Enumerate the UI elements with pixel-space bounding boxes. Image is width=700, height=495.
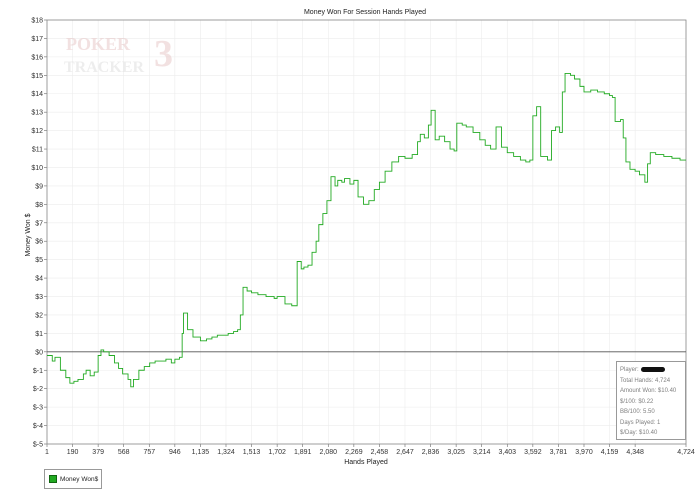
y-tick-label: $-5 — [33, 442, 43, 449]
x-tick-label: 1,513 — [243, 449, 261, 456]
y-tick-label: $7 — [35, 220, 43, 227]
stats-total-hands: Total Hands: 4,724 — [620, 377, 671, 384]
legend-swatch — [49, 475, 57, 483]
y-tick-label: $5 — [35, 257, 43, 264]
y-tick-label: $6 — [35, 239, 43, 246]
y-tick-label: $9 — [35, 183, 43, 190]
x-tick-label: 4,724 — [677, 449, 695, 456]
y-tick-label: $-4 — [33, 423, 43, 430]
chart-title: Money Won For Session Hands Played — [304, 9, 426, 16]
logo-text-poker: POKER — [66, 34, 131, 54]
x-tick-label: 1,135 — [192, 449, 210, 456]
legend: Money Won$ — [44, 469, 102, 489]
stats-bb-100: BB/100: 5.50 — [620, 409, 655, 415]
stats-player: Player: — [620, 365, 685, 376]
x-tick-label: 2,458 — [371, 449, 389, 456]
y-tick-label: $4 — [35, 276, 43, 283]
grid — [46, 19, 687, 445]
x-tick-label: 3,025 — [447, 449, 465, 456]
stats-days-played: Days Played: 1 — [620, 419, 661, 426]
axes — [44, 19, 687, 447]
y-tick-label: $2 — [35, 312, 43, 319]
x-tick-label: 4,348 — [626, 449, 644, 456]
y-tick-label: $17 — [31, 36, 43, 43]
x-tick-label: 2,080 — [320, 449, 338, 456]
stats-per-100: $/100: $0.22 — [620, 398, 654, 405]
logo-text-tracker: TRACKER — [64, 59, 144, 76]
x-tick-label: 568 — [118, 449, 130, 456]
y-tick-label: $11 — [32, 147, 43, 154]
x-tick-label: 946 — [169, 449, 181, 456]
x-tick-label: 1,324 — [217, 449, 235, 456]
y-tick-label: $-2 — [33, 386, 43, 393]
y-axis-title: Money Won $ — [25, 213, 32, 256]
stats-panel: Player: Total Hands: 4,724 Amount Won: $… — [616, 361, 686, 440]
y-tick-label: $13 — [31, 110, 43, 117]
y-tick-label: $14 — [31, 91, 43, 98]
x-tick-label: 757 — [143, 449, 155, 456]
x-tick-label: 1 — [45, 449, 49, 456]
x-tick-label: 1,891 — [294, 449, 312, 456]
x-axis-title: Hands Played — [344, 459, 388, 466]
x-tick-label: 379 — [92, 449, 104, 456]
x-tick-label: 3,403 — [499, 449, 517, 456]
logo-digit: 3 — [154, 33, 173, 75]
x-tick-label: 190 — [67, 449, 79, 456]
y-tick-label: $0 — [35, 349, 43, 356]
y-tick-label: $15 — [31, 73, 43, 80]
series-money-won — [47, 73, 686, 388]
redacted-player-name — [640, 366, 665, 372]
x-tick-label: 3,970 — [575, 449, 593, 456]
x-tick-label: 3,214 — [473, 449, 491, 456]
chart: POKER TRACKER 3 $18$17$16$15$14$13$12$11… — [25, 9, 695, 466]
plot-border — [46, 19, 687, 445]
y-tick-label: $3 — [35, 294, 43, 301]
y-tick-label: $-1 — [33, 368, 43, 375]
x-tick-labels: 1 190 379 568 757 946 1,135 1,324 1,513 1,702 1,89… — [45, 449, 695, 456]
poker-tracker-logo: POKER TRACKER 3 — [64, 33, 173, 76]
stats-player-label: Player: — [620, 367, 639, 373]
y-tick-label: $12 — [31, 128, 43, 135]
x-tick-label: 2,647 — [396, 449, 414, 456]
stats-per-day: $/Day: $10.40 — [620, 430, 658, 436]
x-tick-label: 3,781 — [550, 449, 568, 456]
y-tick-label: $18 — [31, 18, 43, 25]
y-tick-label: $16 — [31, 54, 43, 61]
stats-amount-won: Amount Won: $10.40 — [620, 388, 677, 394]
y-tick-label: $1 — [35, 331, 43, 338]
x-tick-label: 3,592 — [524, 449, 542, 456]
x-tick-label: 4,159 — [601, 449, 619, 456]
x-tick-label: 2,269 — [345, 449, 363, 456]
legend-label: Money Won$ — [60, 475, 99, 483]
x-tick-label: 1,702 — [268, 449, 286, 456]
y-tick-labels: $18 $17 $16 $15 $14 $13 $12 $11 $10 $9 $8 $7 $6 $5 $4 $… — [31, 18, 43, 449]
y-tick-label: $10 — [31, 165, 43, 172]
y-tick-label: $-3 — [33, 405, 43, 412]
series-line-money-won — [47, 73, 686, 388]
y-tick-label: $8 — [35, 202, 43, 209]
x-tick-label: 2,836 — [422, 449, 440, 456]
